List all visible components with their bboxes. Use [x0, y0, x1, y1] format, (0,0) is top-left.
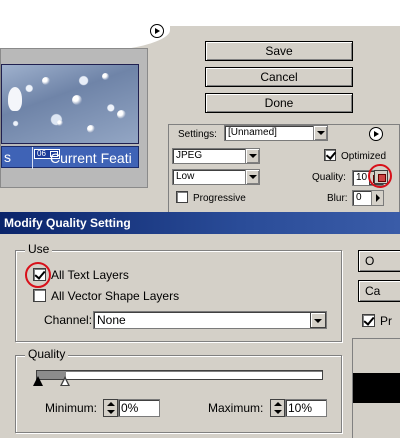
blur-value: 0 — [356, 192, 362, 203]
cancel-button[interactable]: Ca — [358, 280, 400, 302]
all-vector-shape-layers-label: All Vector Shape Layers — [51, 289, 180, 303]
water-drop — [72, 95, 82, 105]
progressive-label: Progressive — [193, 193, 246, 204]
settings-label: Settings: — [178, 129, 217, 140]
optimized-label: Optimized — [341, 151, 387, 162]
cancel-button[interactable]: Cancel — [205, 67, 353, 87]
save-for-web-panel: s 06 Current Feati Save Cancel Done Sett… — [0, 0, 400, 212]
quality-range-slider[interactable] — [36, 370, 323, 380]
quality-label: Quality: — [312, 172, 346, 183]
channel-label: Channel: — [44, 313, 93, 327]
channel-value: None — [97, 313, 126, 327]
settings-menu-arrow-icon[interactable] — [369, 127, 383, 141]
quality-preset-value: Low — [176, 171, 195, 182]
minimum-stepper[interactable] — [103, 399, 118, 417]
image-preview-pane: s 06 Current Feati — [0, 48, 148, 188]
use-group-title: Use — [25, 242, 53, 256]
chevron-down-icon — [313, 126, 327, 140]
maximum-slider-handle[interactable] — [59, 376, 70, 386]
chevron-down-icon — [245, 149, 259, 163]
dialog-title: Modify Quality Setting — [0, 212, 400, 234]
water-drop — [57, 120, 63, 126]
maximum-stepper[interactable] — [270, 399, 285, 417]
water-drop-shape — [8, 87, 22, 111]
done-button[interactable]: Done — [205, 93, 353, 113]
minimum-input[interactable]: 0% — [118, 399, 160, 417]
all-vector-shape-layers-checkbox[interactable] — [33, 289, 46, 302]
slice-number: 06 — [37, 149, 46, 158]
settings-preset-select[interactable]: [Unnamed] — [224, 125, 328, 141]
slice-left-text: s — [4, 149, 11, 165]
all-text-layers-label: All Text Layers — [51, 268, 129, 282]
maximum-input[interactable]: 10% — [285, 399, 327, 417]
highlight-ring — [25, 262, 51, 288]
optimized-checkbox[interactable] — [324, 149, 336, 161]
preview-label: Pr — [380, 314, 392, 328]
slice-title: Current Feati — [50, 150, 132, 166]
blur-input[interactable]: 0 — [352, 190, 384, 206]
chevron-down-icon — [310, 312, 326, 328]
settings-preset-value: [Unnamed] — [228, 127, 277, 138]
slice-bar[interactable]: s 06 Current Feati — [1, 146, 139, 169]
quality-preset-select[interactable]: Low — [172, 169, 260, 185]
preview-checkbox[interactable] — [362, 314, 375, 327]
ok-button[interactable]: O — [358, 250, 400, 272]
quality-group-title: Quality — [25, 347, 69, 361]
water-drop — [102, 73, 109, 80]
mask-preview-frame — [352, 338, 400, 438]
quality-value: 10 — [356, 172, 368, 183]
minimum-slider-handle[interactable] — [33, 376, 43, 386]
chevron-right-icon[interactable] — [371, 191, 383, 205]
preview-image — [1, 64, 139, 144]
save-button[interactable]: Save — [205, 41, 353, 61]
file-format-value: JPEG — [176, 150, 203, 161]
channel-select[interactable]: None — [93, 311, 327, 329]
highlight-ring — [368, 164, 392, 188]
file-format-select[interactable]: JPEG — [172, 148, 260, 164]
water-drop — [117, 110, 126, 119]
modify-quality-dialog: Modify Quality Setting Use All Text Laye… — [0, 212, 400, 438]
progressive-checkbox[interactable] — [176, 191, 188, 203]
minimum-label: Minimum: — [45, 401, 98, 415]
blur-label: Blur: — [327, 193, 348, 204]
maximum-label: Maximum: — [208, 401, 264, 415]
chevron-down-icon — [245, 170, 259, 184]
mask-preview-image — [353, 373, 400, 403]
slice-divider — [32, 147, 33, 169]
preview-menu-arrow-icon[interactable] — [150, 24, 164, 38]
quality-group — [15, 355, 342, 433]
water-drop — [87, 125, 95, 133]
water-drop — [42, 77, 50, 85]
